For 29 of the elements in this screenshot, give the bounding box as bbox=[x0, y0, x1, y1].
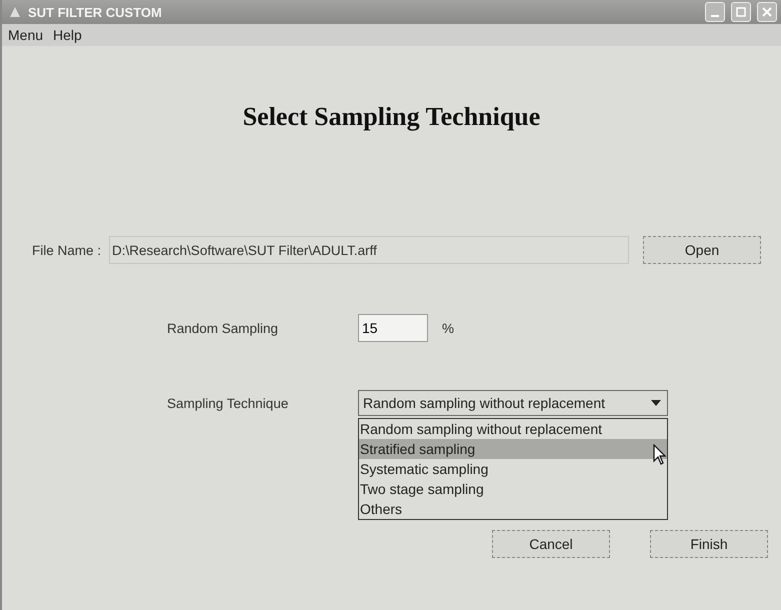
sampling-technique-label: Sampling Technique bbox=[167, 396, 290, 410]
percent-unit: % bbox=[442, 320, 454, 336]
minimize-icon bbox=[711, 15, 719, 17]
dropdown-option[interactable]: Stratified sampling bbox=[359, 439, 667, 459]
dropdown-option[interactable]: Others bbox=[359, 499, 667, 519]
window-title: SUT FILTER CUSTOM bbox=[28, 4, 163, 20]
dropdown-option[interactable]: Systematic sampling bbox=[359, 459, 667, 479]
dropdown-option[interactable]: Random sampling without replacement bbox=[359, 419, 667, 439]
caret-icon bbox=[651, 400, 661, 406]
maximize-icon bbox=[736, 7, 746, 17]
app-icon bbox=[8, 5, 22, 19]
mouse-cursor-icon bbox=[653, 444, 667, 466]
file-path-field[interactable]: D:\Research\Software\SUT Filter\ADULT.arff bbox=[109, 236, 630, 264]
close-button[interactable] bbox=[757, 2, 777, 22]
dialog-button[interactable]: Cancel bbox=[492, 530, 610, 558]
menu-item[interactable]: Help bbox=[53, 27, 82, 43]
dropdown-option[interactable]: Two stage sampling bbox=[359, 479, 667, 499]
dropdown-value: Random sampling without replacement bbox=[363, 395, 606, 411]
close-icon bbox=[761, 6, 773, 18]
sampling-technique-dropdown[interactable]: Random sampling without replacement bbox=[358, 390, 668, 416]
file-name-label: File Name : bbox=[32, 242, 102, 258]
maximize-button[interactable] bbox=[731, 2, 751, 22]
minimize-button[interactable] bbox=[705, 2, 725, 22]
page-heading: Select Sampling Technique bbox=[242, 102, 542, 132]
percent-input[interactable]: 15 bbox=[358, 314, 428, 342]
dialog-button[interactable]: Finish bbox=[650, 530, 768, 558]
random-sampling-label: Random Sampling bbox=[167, 320, 280, 336]
menu-item[interactable]: Menu bbox=[8, 27, 44, 43]
open-button[interactable]: Open bbox=[643, 236, 762, 264]
